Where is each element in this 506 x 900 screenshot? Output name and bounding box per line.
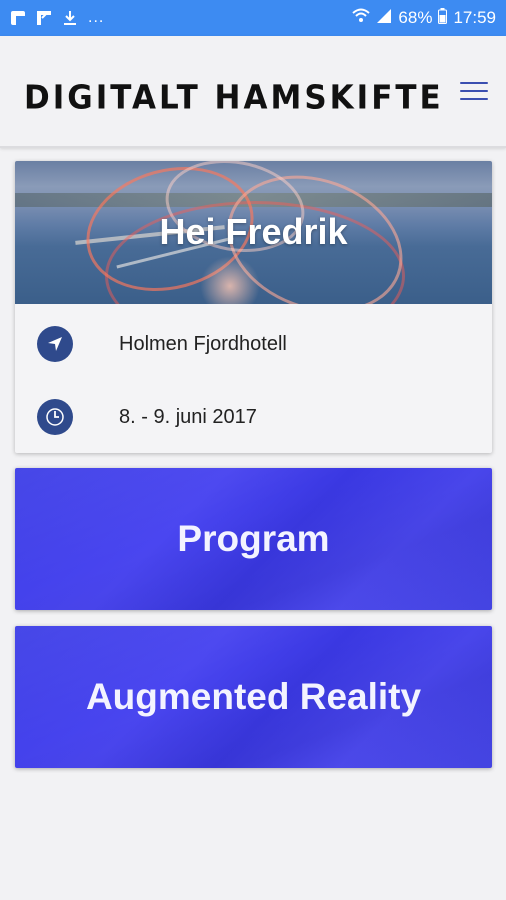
program-label: Program xyxy=(177,518,330,559)
system-status: 68% 17:59 xyxy=(352,7,496,29)
location-row: Holmen Fjordhotell xyxy=(15,314,492,374)
photos-icon xyxy=(10,10,26,26)
event-card: Hei Fredrik Holmen Fjordhotell 8. - 9. j… xyxy=(15,161,492,453)
app-header: DIGITALT HAMSKIFTE xyxy=(0,36,506,148)
brand-logo: DIGITALT HAMSKIFTE xyxy=(24,79,444,117)
menu-line xyxy=(460,82,488,84)
augmented-reality-button[interactable]: Augmented Reality xyxy=(15,626,492,768)
hero-image: Hei Fredrik xyxy=(15,161,492,304)
navigation-arrow-icon xyxy=(37,326,73,362)
program-button[interactable]: Program xyxy=(15,468,492,610)
flipboard-icon xyxy=(36,10,52,26)
clock-icon xyxy=(37,399,73,435)
menu-line xyxy=(460,98,488,100)
more-notifications: ... xyxy=(88,9,105,26)
menu-line xyxy=(460,90,488,92)
hamburger-menu-icon[interactable] xyxy=(460,82,488,100)
signal-icon xyxy=(376,8,392,29)
greeting-title: Hei Fredrik xyxy=(159,211,348,252)
download-icon xyxy=(62,10,78,26)
date-row: 8. - 9. juni 2017 xyxy=(15,387,492,447)
battery-percent: 68% xyxy=(398,8,433,27)
status-bar: ... 68% 17:59 xyxy=(0,0,506,36)
battery-icon xyxy=(438,7,448,29)
date-text: 8. - 9. juni 2017 xyxy=(119,405,257,428)
wifi-icon xyxy=(352,8,371,29)
notification-icons: ... xyxy=(10,9,104,27)
augmented-reality-label: Augmented Reality xyxy=(85,676,422,717)
location-text: Holmen Fjordhotell xyxy=(119,332,287,355)
clock: 17:59 xyxy=(453,8,496,27)
